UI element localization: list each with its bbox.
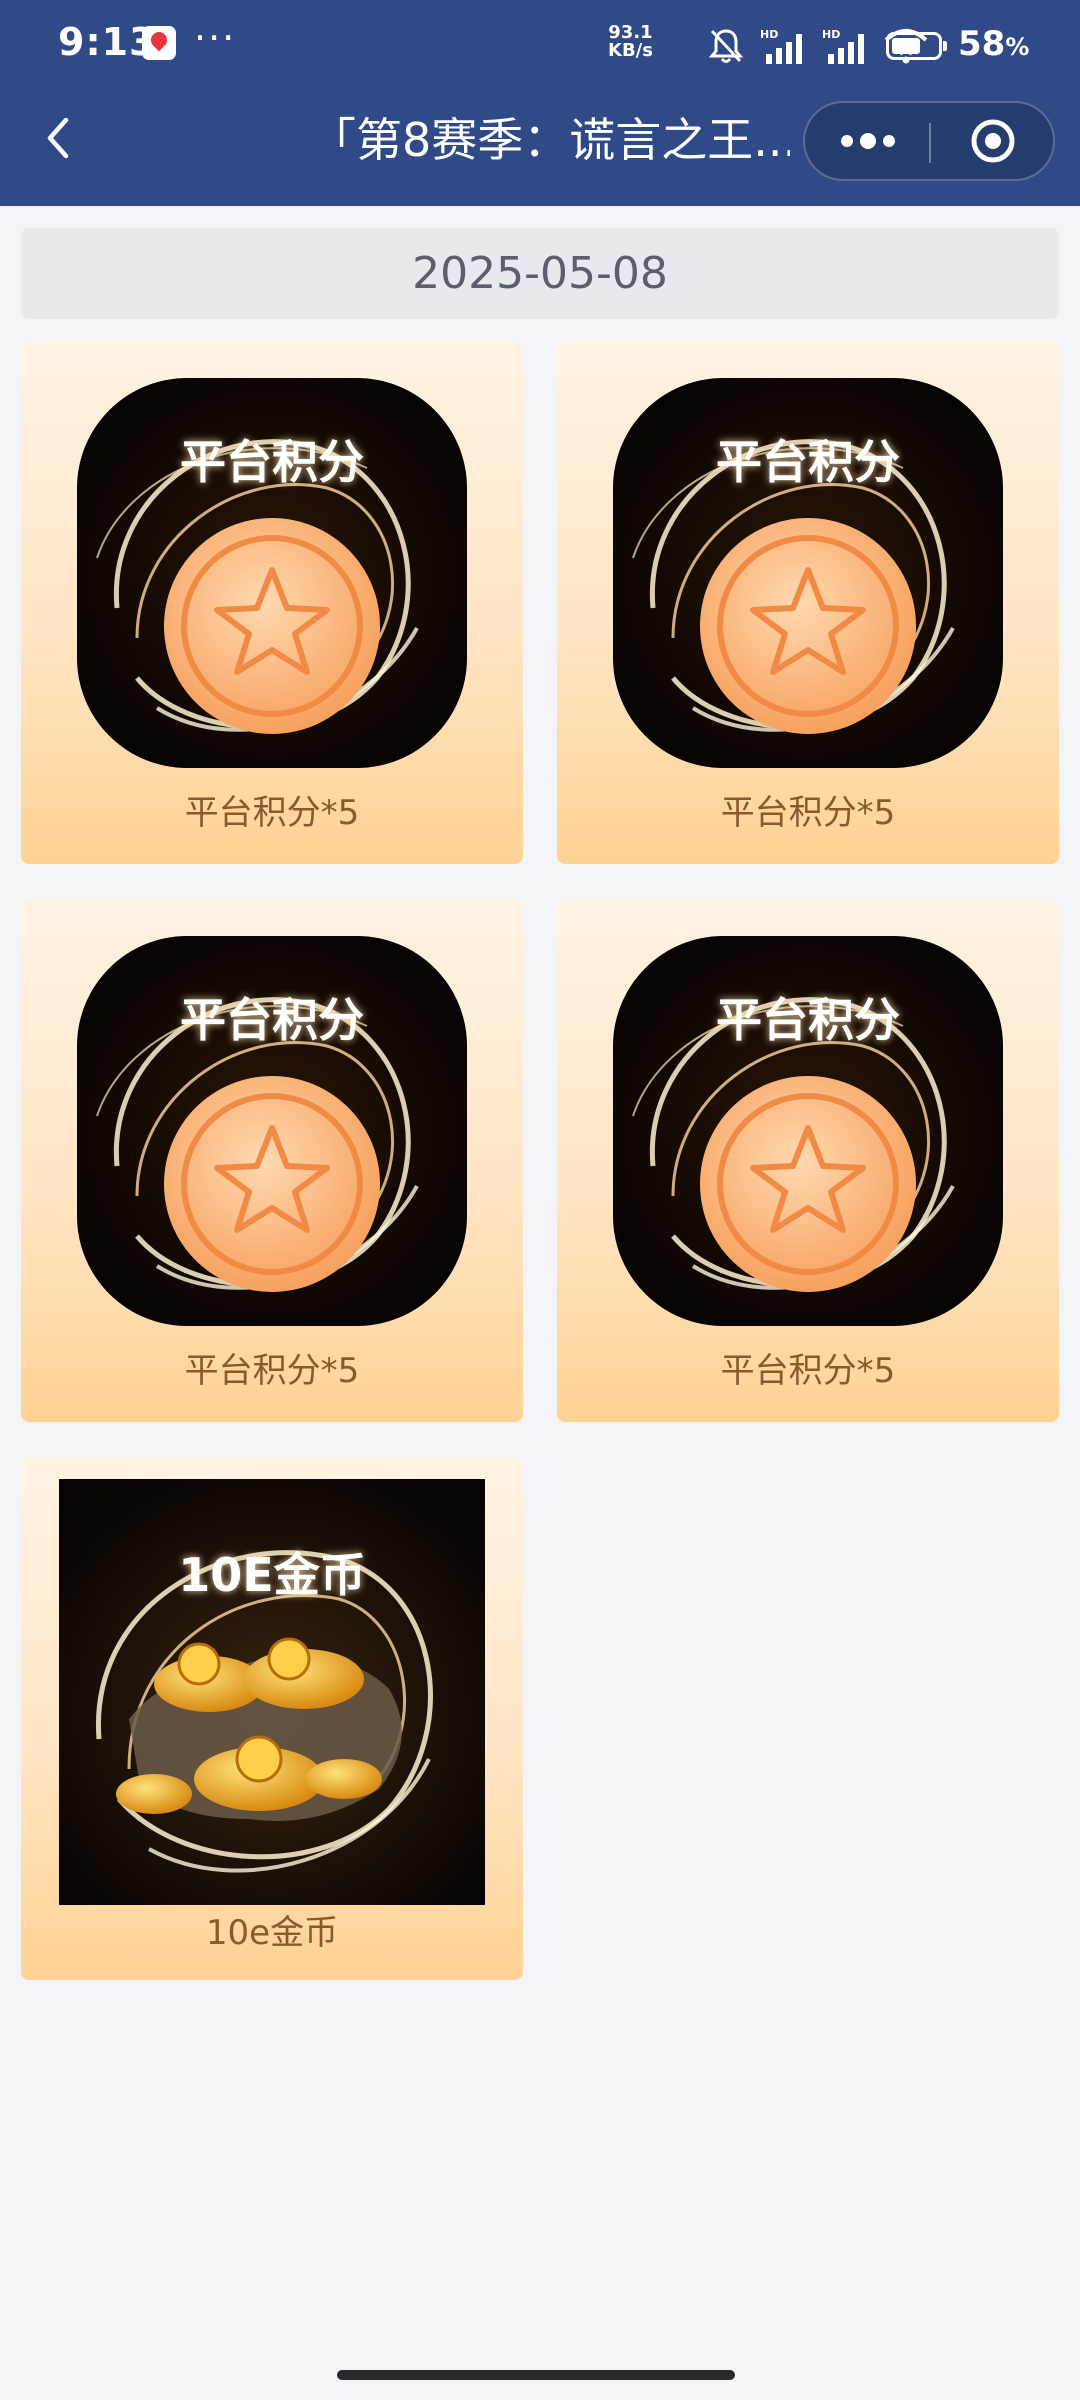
svg-text:HD: HD bbox=[822, 28, 840, 41]
reward-name: 平台积分*5 bbox=[184, 1351, 360, 1391]
reward-name: 平台积分*5 bbox=[720, 793, 896, 833]
art-label: 10E金币 bbox=[178, 1548, 366, 1602]
battery-percent: 58 bbox=[958, 24, 1006, 64]
platform-points-image: 平台积分 bbox=[613, 378, 1003, 768]
platform-points-image: 平台积分 bbox=[77, 378, 467, 768]
reward-card[interactable]: 平台积分 平台积分*5 bbox=[21, 341, 523, 864]
date-header: 2025-05-08 bbox=[21, 228, 1059, 319]
art-label: 平台积分 bbox=[180, 435, 364, 489]
more-notifications-icon: ··· bbox=[194, 16, 237, 60]
battery-icon bbox=[886, 32, 947, 60]
reward-name: 平台积分*5 bbox=[720, 1351, 896, 1391]
battery-unit: % bbox=[1005, 33, 1030, 61]
gold-coins-image: 10E金币 bbox=[59, 1479, 485, 1905]
platform-points-image: 平台积分 bbox=[613, 936, 1003, 1326]
nav-bar: 「第8赛季：谎言之王... bbox=[0, 96, 1080, 206]
battery-level: 58% bbox=[958, 24, 1029, 64]
network-speed-unit: KB/s bbox=[608, 40, 653, 61]
reward-card[interactable]: 平台积分 平台积分*5 bbox=[557, 341, 1059, 864]
art-label: 平台积分 bbox=[716, 993, 900, 1047]
capsule-more-button[interactable] bbox=[805, 103, 929, 179]
status-bar: 9:13 ··· 93.1 KB/s HD HD 58% bbox=[0, 0, 1080, 96]
network-speed: 93.1 KB/s bbox=[608, 24, 653, 60]
header: 9:13 ··· 93.1 KB/s HD HD 58% 「第8赛季：谎言之王.… bbox=[0, 0, 1080, 206]
map-pin-app-icon bbox=[142, 26, 176, 60]
target-circle-icon bbox=[971, 119, 1015, 163]
art-label: 平台积分 bbox=[180, 993, 364, 1047]
more-dots-icon bbox=[841, 133, 895, 149]
mute-bell-icon bbox=[708, 27, 744, 65]
signal-hd-icon: HD bbox=[760, 28, 806, 64]
reward-name: 10e金币 bbox=[205, 1913, 339, 1953]
chevron-left-icon bbox=[47, 117, 69, 159]
svg-text:HD: HD bbox=[760, 28, 778, 41]
page-title: 「第8赛季：谎言之王... bbox=[310, 114, 790, 166]
reward-card[interactable]: 10E金币 10e金币 bbox=[21, 1457, 523, 1980]
home-indicator bbox=[337, 2370, 735, 2380]
capsule-close-button[interactable] bbox=[931, 103, 1055, 179]
art-label: 平台积分 bbox=[716, 435, 900, 489]
reward-name: 平台积分*5 bbox=[184, 793, 360, 833]
reward-card[interactable]: 平台积分 平台积分*5 bbox=[557, 899, 1059, 1422]
mini-program-capsule bbox=[803, 101, 1055, 181]
signal-hd-icon-2: HD bbox=[822, 28, 868, 64]
reward-card[interactable]: 平台积分 平台积分*5 bbox=[21, 899, 523, 1422]
back-button[interactable] bbox=[36, 114, 84, 162]
platform-points-image: 平台积分 bbox=[77, 936, 467, 1326]
